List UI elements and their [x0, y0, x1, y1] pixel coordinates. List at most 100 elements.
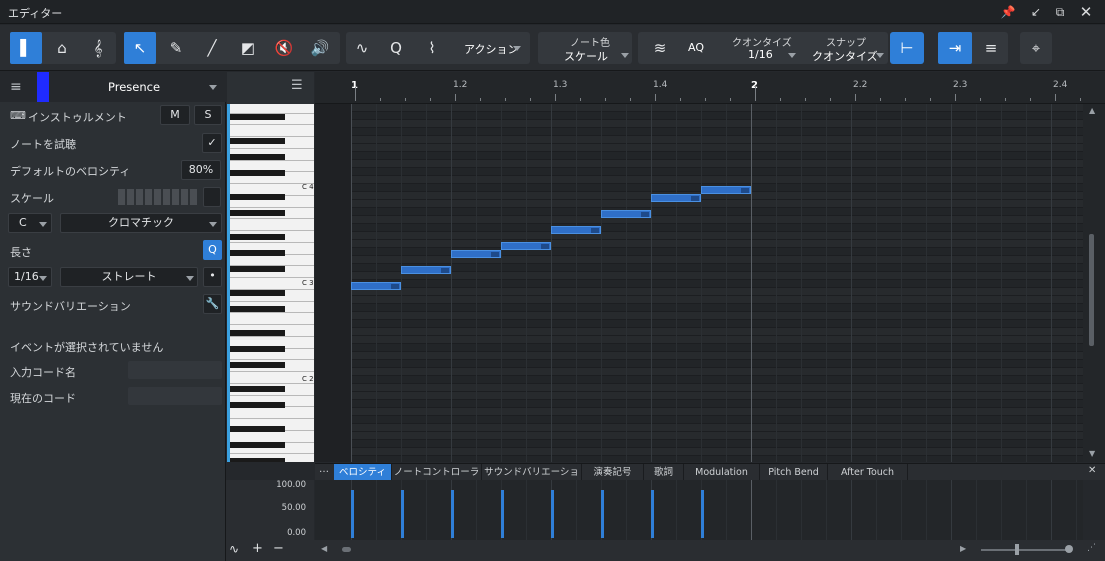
tab-sound-variation[interactable]: サウンドバリエーション	[482, 464, 582, 495]
tab-lyrics[interactable]: 歌詞	[644, 464, 684, 481]
piano-keyboard[interactable]: C 4 C 3 C 2	[227, 104, 314, 462]
black-key[interactable]	[230, 362, 285, 368]
velocity-bar[interactable]	[351, 490, 354, 538]
arrow-tool-button[interactable]: ↖	[124, 32, 156, 64]
scroll-up-icon[interactable]: ▲	[1089, 106, 1095, 115]
note-a3[interactable]	[601, 210, 651, 218]
scroll-toggle-button[interactable]: ≡	[974, 32, 1008, 64]
listen-tool-button[interactable]: 🔊	[304, 32, 336, 64]
vertical-scrollbar[interactable]: ▲ ▼	[1083, 104, 1105, 462]
wrench-icon[interactable]: 🔧	[203, 294, 222, 314]
pencil-tool-button[interactable]: ✎	[160, 32, 192, 64]
note-e3[interactable]	[451, 250, 501, 258]
snap-value[interactable]: クオンタイズ	[812, 48, 878, 64]
tab-articulation[interactable]: 演奏記号	[582, 464, 644, 481]
zoom-slider-handle[interactable]	[1015, 544, 1019, 555]
tab-velocity[interactable]: ベロシティ	[334, 464, 392, 481]
paint-tool-button[interactable]: ╱	[196, 32, 228, 64]
solo-button[interactable]: S	[194, 105, 222, 125]
black-key[interactable]	[230, 386, 285, 392]
velocity-bar[interactable]	[401, 490, 404, 538]
scale-toggle[interactable]	[203, 187, 221, 207]
quantize-q-button[interactable]: Q	[380, 32, 412, 64]
remove-lane-icon[interactable]: −	[273, 541, 284, 556]
quantize-value[interactable]: 1/16	[748, 48, 773, 61]
note-handle[interactable]	[491, 252, 499, 257]
note-f3[interactable]	[501, 242, 551, 250]
h-scroll-thumb[interactable]	[342, 547, 351, 552]
black-key[interactable]	[230, 330, 285, 336]
note-d3[interactable]	[401, 266, 451, 274]
black-key[interactable]	[230, 442, 285, 448]
black-key[interactable]	[230, 250, 285, 256]
black-key[interactable]	[230, 290, 285, 296]
note-handle[interactable]	[591, 228, 599, 233]
float-window-icon[interactable]: ⧉	[1051, 3, 1069, 21]
snap-toggle-button[interactable]: ⊢	[890, 32, 924, 64]
input-chord-field[interactable]	[128, 361, 222, 379]
note-handle[interactable]	[441, 268, 449, 273]
velocity-lane[interactable]	[315, 480, 1083, 540]
close-lane-icon[interactable]: ✕	[1088, 465, 1096, 476]
close-icon[interactable]: ✕	[1077, 3, 1095, 21]
more-icon[interactable]: …	[319, 464, 329, 475]
black-key[interactable]	[230, 210, 285, 216]
default-velocity-field[interactable]: 80%	[181, 160, 221, 180]
track-name[interactable]: Presence	[108, 80, 160, 94]
groove-button[interactable]: ≋	[644, 32, 676, 64]
black-key[interactable]	[230, 402, 285, 408]
mute-button[interactable]: M	[160, 105, 190, 125]
horizontal-scrollbar[interactable]: ◀ ▶ ⋰	[315, 540, 1105, 561]
scroll-thumb[interactable]	[1089, 234, 1094, 346]
length-mode-select[interactable]: ストレート	[60, 267, 198, 287]
note-b3[interactable]	[651, 194, 701, 202]
eraser-tool-button[interactable]: ◩	[232, 32, 264, 64]
note-c3[interactable]	[351, 282, 401, 290]
drum-view-button[interactable]: ⌂	[46, 32, 78, 64]
tab-after-touch[interactable]: After Touch	[828, 464, 908, 481]
zoom-slider-end[interactable]	[1065, 545, 1073, 553]
note-handle[interactable]	[741, 188, 749, 193]
resize-grip-icon[interactable]: ⋰	[1087, 543, 1096, 553]
tab-note-controller[interactable]: ノートコントローラー	[392, 464, 482, 495]
list-view-icon[interactable]: ☰	[291, 78, 303, 93]
velocity-bar[interactable]	[601, 490, 604, 538]
black-key[interactable]	[230, 266, 285, 272]
black-key[interactable]	[230, 234, 285, 240]
velocity-bar[interactable]	[551, 490, 554, 538]
menu-icon[interactable]: ≡	[10, 79, 22, 95]
add-lane-icon[interactable]: +	[252, 541, 263, 556]
note-handle[interactable]	[541, 244, 549, 249]
pitch-button[interactable]: ⌇	[416, 32, 448, 64]
timeline-ruler[interactable]: 1 1.2 1.3 1.4 2 2.2 2.3 2.4	[315, 72, 1105, 104]
zoom-fit-button[interactable]: ⌖	[1020, 32, 1052, 64]
score-view-button[interactable]: 𝄞	[82, 32, 114, 64]
black-key[interactable]	[230, 306, 285, 312]
velocity-bar[interactable]	[451, 490, 454, 538]
scale-type-select[interactable]: クロマチック	[60, 213, 222, 233]
velocity-bar[interactable]	[701, 490, 704, 538]
aq-button[interactable]: AQ	[688, 41, 704, 54]
scroll-left-icon[interactable]: ◀	[321, 544, 327, 553]
black-key[interactable]	[230, 426, 285, 432]
note-handle[interactable]	[691, 196, 699, 201]
black-key[interactable]	[230, 138, 285, 144]
curve-icon[interactable]: ∿	[229, 542, 239, 556]
audition-checkbox[interactable]: ✓	[202, 133, 222, 153]
pin-icon[interactable]: 📌	[999, 3, 1017, 21]
zoom-slider[interactable]	[981, 549, 1071, 551]
black-key[interactable]	[230, 458, 285, 462]
scroll-right-icon[interactable]: ▶	[960, 544, 966, 553]
follow-playback-button[interactable]: ⇥	[938, 32, 972, 64]
scroll-down-icon[interactable]: ▼	[1089, 449, 1095, 458]
mute-tool-button[interactable]: 🔇	[268, 32, 300, 64]
shrink-icon[interactable]: ↙	[1027, 3, 1045, 21]
black-key[interactable]	[230, 154, 285, 160]
dot-toggle[interactable]: •	[203, 267, 222, 287]
note-color-group[interactable]: ノート色 スケール	[538, 32, 632, 64]
transform-button[interactable]: ∿	[346, 32, 378, 64]
action-menu-label[interactable]: アクション	[464, 41, 518, 57]
note-g3[interactable]	[551, 226, 601, 234]
velocity-bar[interactable]	[651, 490, 654, 538]
note-c4[interactable]	[701, 186, 751, 194]
